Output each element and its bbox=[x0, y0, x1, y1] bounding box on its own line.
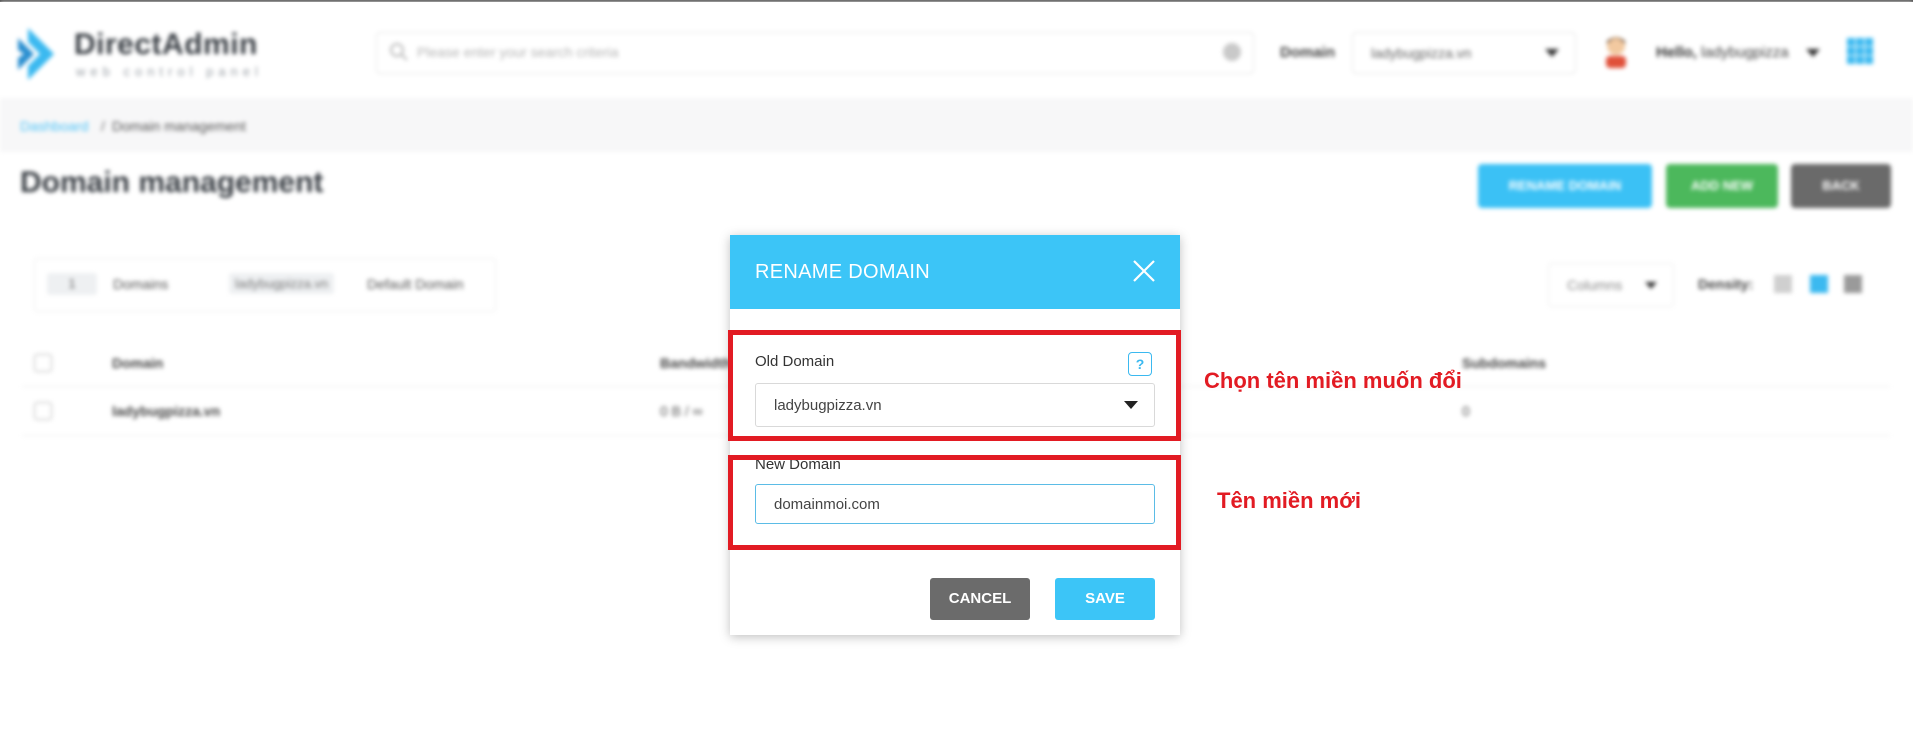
breadcrumb-dashboard-link[interactable]: Dashboard bbox=[20, 118, 89, 134]
column-header-subdomains[interactable]: Subdomains bbox=[1462, 355, 1546, 371]
dialog-header: RENAME DOMAIN bbox=[730, 235, 1180, 309]
directadmin-logo[interactable]: DirectAdmin web control panel bbox=[18, 26, 268, 82]
domain-selector-label: Domain bbox=[1280, 44, 1336, 61]
top-header: DirectAdmin web control panel Please ent… bbox=[0, 2, 1913, 98]
add-new-button[interactable]: ADD NEW bbox=[1666, 164, 1778, 208]
directadmin-logo-icon bbox=[18, 28, 54, 80]
close-icon[interactable] bbox=[1128, 255, 1160, 287]
density-label: Density: bbox=[1698, 276, 1754, 292]
density-comfortable-icon[interactable] bbox=[1844, 275, 1862, 293]
page-title: Domain management bbox=[20, 166, 324, 199]
default-domain-chip[interactable]: ladybugpizza.vn bbox=[229, 273, 335, 294]
columns-label: Columns bbox=[1567, 277, 1623, 293]
columns-dropdown[interactable]: Columns bbox=[1548, 263, 1674, 307]
column-header-bandwidth[interactable]: Bandwidth bbox=[660, 355, 732, 371]
save-button[interactable]: SAVE bbox=[1055, 578, 1155, 620]
old-domain-annotation: Chọn tên miền muốn đổi bbox=[1204, 368, 1462, 393]
greeting-prefix: Hello, bbox=[1656, 44, 1697, 61]
breadcrumb: Dashboard / Domain management bbox=[0, 98, 1913, 152]
breadcrumb-separator: / bbox=[101, 118, 105, 134]
row-domain[interactable]: ladybugpizza.vn bbox=[112, 403, 220, 419]
user-avatar[interactable] bbox=[1602, 34, 1630, 68]
greeting-username: ladybugpizza bbox=[1701, 44, 1789, 61]
domain-count-label: Domains bbox=[113, 276, 169, 292]
row-bandwidth: 0 B / ∞ bbox=[660, 403, 703, 419]
domain-selector-value: ladybugpizza.vn bbox=[1371, 45, 1472, 61]
domain-count-badge: 1 bbox=[47, 273, 97, 295]
breadcrumb-current: Domain management bbox=[112, 118, 246, 134]
select-all-checkbox[interactable] bbox=[34, 354, 52, 372]
search-icon bbox=[390, 43, 408, 61]
filter-bar: 1 Domains ladybugpizza.vn Default Domain bbox=[34, 258, 496, 312]
user-menu-chevron-icon[interactable] bbox=[1806, 49, 1820, 57]
search-clear-icon[interactable] bbox=[1223, 43, 1241, 61]
row-checkbox[interactable] bbox=[34, 402, 52, 420]
new-domain-annotation: Tên miền mới bbox=[1217, 488, 1361, 513]
column-header-domain[interactable]: Domain bbox=[112, 355, 163, 371]
row-subdomains: 0 bbox=[1462, 403, 1470, 419]
density-compact-icon[interactable] bbox=[1774, 275, 1792, 293]
user-greeting[interactable]: Hello, ladybugpizza bbox=[1656, 44, 1789, 61]
logo-subtitle: web control panel bbox=[76, 64, 263, 79]
new-domain-highlight-box bbox=[728, 455, 1181, 550]
search-placeholder: Please enter your search criteria bbox=[417, 44, 619, 60]
chevron-down-icon bbox=[1545, 49, 1559, 57]
search-input[interactable]: Please enter your search criteria bbox=[376, 32, 1254, 74]
dialog-title: RENAME DOMAIN bbox=[755, 261, 931, 283]
cancel-button[interactable]: CANCEL bbox=[930, 578, 1030, 620]
rename-domain-button[interactable]: RENAME DOMAIN bbox=[1478, 164, 1652, 208]
old-domain-highlight-box bbox=[728, 330, 1181, 441]
logo-title: DirectAdmin bbox=[74, 28, 258, 61]
default-domain-label: Default Domain bbox=[367, 276, 464, 292]
apps-grid-icon[interactable] bbox=[1847, 38, 1873, 64]
back-button[interactable]: BACK bbox=[1791, 164, 1891, 208]
domain-selector[interactable]: ladybugpizza.vn bbox=[1352, 32, 1576, 74]
density-normal-icon[interactable] bbox=[1810, 275, 1828, 293]
chevron-down-icon bbox=[1645, 282, 1657, 289]
